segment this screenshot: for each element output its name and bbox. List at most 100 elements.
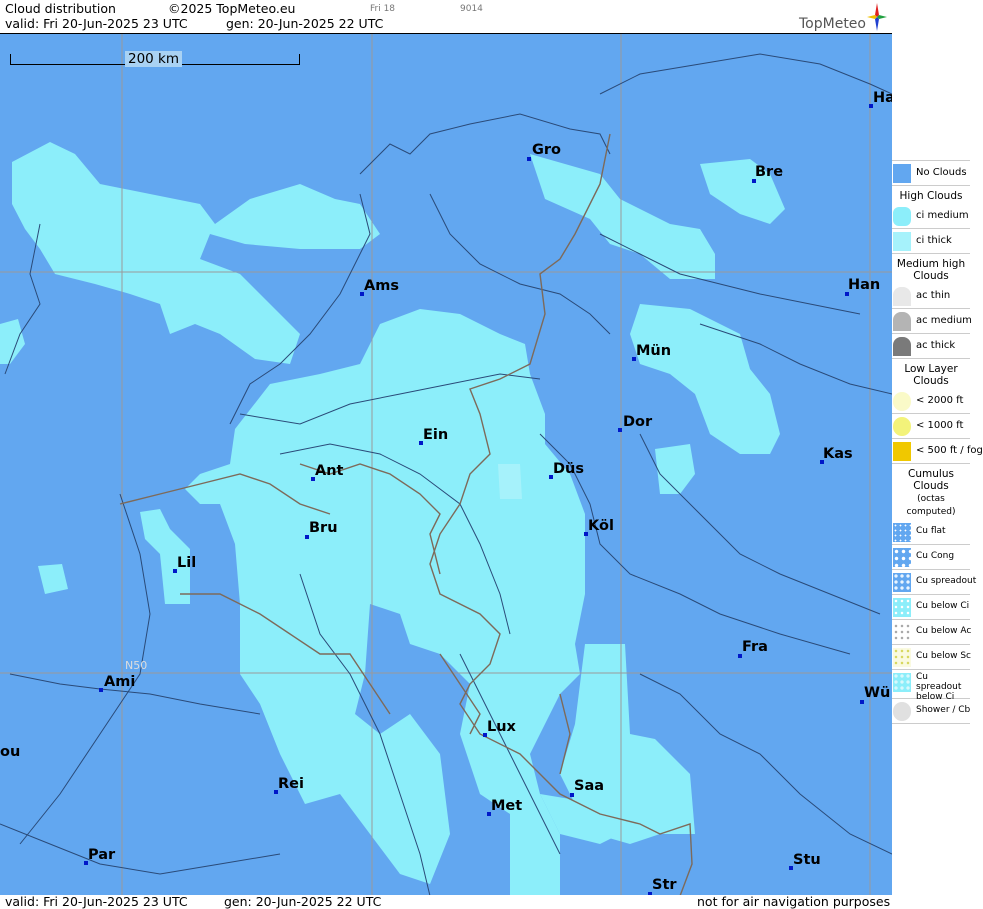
map-title: Cloud distribution (5, 1, 116, 16)
city-marker (618, 428, 622, 432)
legend-label: ac thick (916, 340, 956, 351)
legend-ac-thin: ac thin (892, 284, 970, 309)
city-label[interactable]: Ein (423, 427, 448, 443)
map-footer: valid: Fri 20-Jun-2025 23 UTC gen: 20-Ju… (0, 894, 892, 909)
header-small-code: 9014 (460, 4, 483, 14)
city-label[interactable]: Rei (278, 776, 304, 792)
legend-label: < 1000 ft (916, 420, 964, 431)
city-label[interactable]: Ams (364, 278, 399, 294)
latitude-label: N50 (125, 659, 148, 672)
footer-disclaimer: not for air navigation purposes (697, 894, 891, 909)
legend-low-1000: < 1000 ft (892, 414, 970, 439)
legend-cu-cong: Cu Cong (892, 545, 970, 570)
legend-medium-heading: Medium high Clouds (896, 258, 966, 282)
thick-ci-patch (498, 464, 522, 499)
city-label[interactable]: Lux (487, 719, 516, 735)
city-marker (527, 157, 531, 161)
city-label[interactable]: Kas (823, 446, 853, 462)
legend-cu-spread-ci: Cu spreadout below Ci (892, 670, 970, 702)
no-clouds-swatch (893, 164, 911, 183)
cu-below-ac-swatch (893, 623, 911, 642)
legend-label: Cu flat (916, 526, 946, 536)
city-label[interactable]: Han (848, 277, 880, 293)
city-label[interactable]: Ant (315, 463, 343, 479)
city-label[interactable]: Str (652, 877, 677, 893)
cu-flat-swatch (893, 523, 911, 542)
legend-low-500: < 500 ft / fog (892, 439, 983, 464)
legend-cu-spread: Cu spreadout (892, 570, 976, 595)
city-label[interactable]: Bru (309, 520, 338, 536)
legend-label: No Clouds (916, 167, 967, 178)
ci-thick-swatch (893, 232, 911, 251)
legend-cumulus-sub: (octas computed) (906, 494, 956, 517)
cloud-legend: No Clouds High Clouds ci medium ci thick… (892, 160, 983, 724)
city-label[interactable]: Met (491, 798, 522, 814)
cloud-areas (0, 142, 785, 896)
legend-label: ac medium (916, 315, 972, 326)
gen-time: gen: 20-Jun-2025 22 UTC (226, 16, 384, 31)
city-label[interactable]: ou (0, 744, 20, 760)
legend-cumulus-title: Cumulus Clouds (908, 468, 954, 492)
legend-label: Cu Cong (916, 551, 955, 561)
ci-medium-swatch (893, 207, 911, 226)
legend-ci-thick: ci thick (892, 229, 970, 254)
city-label[interactable]: Par (88, 847, 115, 863)
footer-valid-time: valid: Fri 20-Jun-2025 23 UTC (5, 894, 188, 909)
ac-thick-swatch (893, 337, 911, 356)
legend-label: Cu below Ac (916, 626, 972, 636)
city-label[interactable]: Dor (623, 414, 652, 430)
cu-spread-ci-swatch (893, 673, 911, 692)
cu-cong-swatch (893, 548, 911, 567)
low-500-swatch (893, 442, 911, 461)
cu-below-ci-swatch (893, 598, 911, 617)
header-small-day: Fri 18 (370, 4, 396, 14)
legend-cu-below-sc: Cu below Sc (892, 645, 971, 670)
scale-bar-label: 200 km (125, 51, 183, 67)
compass-star-icon (867, 3, 887, 31)
city-label[interactable]: Düs (553, 461, 584, 477)
legend-label: Cu spreadout (916, 576, 977, 586)
legend-label: ci thick (916, 235, 952, 246)
footer-gen-time: gen: 20-Jun-2025 22 UTC (224, 894, 382, 909)
topmeteo-logo[interactable]: TopMeteo (797, 3, 889, 33)
shower-swatch (893, 702, 911, 721)
cu-spread-swatch (893, 573, 911, 592)
legend-label: < 500 ft / fog (916, 445, 983, 456)
cloud-map[interactable]: 200 km N50 Gro Bre Ha Ams Han Mün Dor Ei… (0, 33, 892, 897)
legend-label: < 2000 ft (916, 395, 964, 406)
legend-cu-below-ci: Cu below Ci (892, 595, 970, 620)
city-label[interactable]: Bre (755, 164, 783, 180)
legend-label: Cu below Sc (916, 651, 971, 661)
legend-low-2000: < 2000 ft (892, 389, 970, 414)
city-label[interactable]: Saa (574, 778, 604, 794)
copyright: ©2025 TopMeteo.eu (168, 1, 296, 16)
legend-label: ci medium (916, 210, 969, 221)
city-label[interactable]: Wü (864, 685, 890, 701)
ac-thin-swatch (893, 287, 911, 306)
legend-no-clouds: No Clouds (892, 160, 970, 186)
legend-shower: Shower / Cb (892, 699, 970, 724)
city-label[interactable]: Mün (636, 343, 671, 359)
legend-cu-below-ac: Cu below Ac (892, 620, 972, 645)
low-1000-swatch (893, 417, 911, 436)
legend-cu-flat: Cu flat (892, 520, 970, 545)
legend-high-heading: High Clouds (899, 190, 963, 202)
legend-low-heading: Low Layer Clouds (904, 363, 958, 387)
cu-below-sc-swatch (893, 648, 911, 667)
city-label[interactable]: Fra (742, 639, 768, 655)
city-label[interactable]: Stu (793, 852, 821, 868)
city-label[interactable]: Gro (532, 142, 561, 158)
city-label[interactable]: Köl (588, 518, 614, 534)
legend-cumulus-heading: Cumulus Clouds (octas computed) (892, 464, 970, 520)
legend-label: Shower / Cb (916, 705, 971, 715)
legend-label: Cu below Ci (916, 601, 970, 611)
map-header: Cloud distribution ©2025 TopMeteo.eu Fri… (0, 0, 892, 33)
city-label[interactable]: Ami (104, 674, 135, 690)
ac-medium-swatch (893, 312, 911, 331)
low-2000-swatch (893, 392, 911, 411)
legend-ci-medium: ci medium (892, 204, 970, 229)
legend-ac-thick: ac thick (892, 334, 970, 359)
city-label[interactable]: Ha (873, 90, 892, 106)
legend-label: ac thin (916, 290, 951, 301)
city-label[interactable]: Lil (177, 555, 196, 571)
